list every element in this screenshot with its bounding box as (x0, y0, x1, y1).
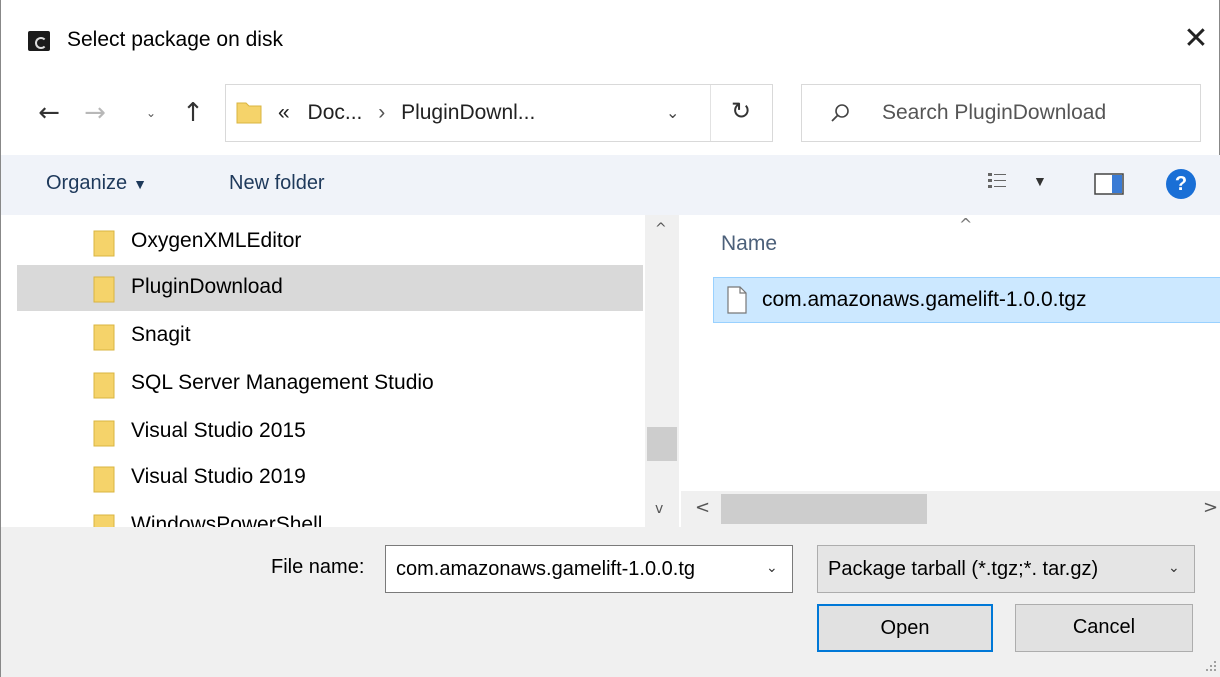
folder-icon (236, 102, 262, 124)
sidebar-item-label: Snagit (131, 323, 191, 346)
scrollbar-thumb[interactable] (647, 427, 677, 461)
file-type-select[interactable]: Package tarball (*.tgz;*. tar.gz) ⌄ (817, 545, 1195, 593)
sidebar-item-label: SQL Server Management Studio (131, 371, 434, 394)
address-bar[interactable]: « Doc... › PluginDownl... ⌄ ↻ (225, 84, 773, 142)
forward-button[interactable]: → (77, 96, 113, 130)
file-name-input[interactable]: com.amazonaws.gamelift-1.0.0.tg (396, 558, 756, 581)
sidebar-item-oxygenxmleditor[interactable]: OxygenXMLEditor (17, 219, 643, 265)
breadcrumb-overflow-button[interactable]: « (278, 101, 290, 124)
chevron-down-icon[interactable]: ⌄ (766, 560, 778, 576)
navigation-pane-scrollbar[interactable]: ^ v (645, 215, 679, 527)
cancel-button[interactable]: Cancel (1015, 604, 1193, 652)
navigation-pane: OxygenXMLEditor PluginDownload Snagit SQ… (1, 215, 681, 527)
open-button[interactable]: Open (817, 604, 993, 652)
sidebar-item-snagit[interactable]: Snagit (17, 313, 643, 359)
file-list-horizontal-scrollbar[interactable]: < > (681, 491, 1220, 527)
folder-icon (93, 514, 115, 527)
preview-pane-icon[interactable] (1094, 173, 1124, 195)
folder-icon (93, 466, 115, 493)
sidebar-item-visual-studio-2019[interactable]: Visual Studio 2019 (17, 455, 643, 501)
address-divider (710, 85, 711, 141)
sidebar-item-label: WindowsPowerShell (131, 513, 323, 527)
sidebar-item-label: PluginDownload (131, 275, 283, 298)
help-icon[interactable]: ? (1166, 169, 1196, 199)
title-bar: Select package on disk ✕ (1, 0, 1220, 80)
sidebar-item-label: Visual Studio 2015 (131, 419, 306, 442)
file-name: com.amazonaws.gamelift-1.0.0.tgz (762, 288, 1087, 311)
dialog-title: Select package on disk (67, 28, 283, 51)
file-open-dialog: Select package on disk ✕ ← → ⌄ ↑ « Doc..… (0, 0, 1220, 677)
scroll-down-button[interactable]: v (655, 501, 663, 517)
search-icon (831, 104, 849, 122)
view-options-dropdown[interactable]: ▼ (1033, 173, 1047, 189)
unity-app-icon (28, 31, 50, 51)
close-button[interactable]: ✕ (1179, 22, 1213, 58)
folder-icon (93, 324, 115, 351)
search-box[interactable]: Search PluginDownload (801, 84, 1201, 142)
chevron-down-icon[interactable]: ⌄ (1168, 560, 1180, 576)
sidebar-item-label: OxygenXMLEditor (131, 229, 302, 252)
breadcrumb-item-documents[interactable]: Doc... (308, 101, 363, 124)
sidebar-item-label: Visual Studio 2019 (131, 465, 306, 488)
dialog-footer: File name: com.amazonaws.gamelift-1.0.0.… (1, 527, 1220, 677)
scroll-left-button[interactable]: < (695, 497, 710, 518)
back-button[interactable]: ← (31, 96, 67, 130)
scrollbar-thumb[interactable] (721, 494, 927, 524)
chevron-down-icon: ▼ (133, 176, 148, 192)
folder-icon (93, 372, 115, 399)
resize-grip-icon[interactable] (1205, 660, 1217, 672)
view-details-icon[interactable] (986, 170, 1010, 194)
search-input[interactable]: Search PluginDownload (882, 101, 1106, 125)
folder-icon (93, 420, 115, 447)
refresh-button[interactable]: ↻ (726, 97, 756, 125)
sidebar-item-sql-server-management-studio[interactable]: SQL Server Management Studio (17, 361, 643, 407)
file-name-combobox[interactable]: com.amazonaws.gamelift-1.0.0.tg ⌄ (385, 545, 793, 593)
sidebar-item-windowspowershell[interactable]: WindowsPowerShell (17, 503, 643, 527)
recent-locations-button[interactable]: ⌄ (141, 96, 161, 130)
address-dropdown-button[interactable]: ⌄ (666, 103, 690, 122)
file-name-label: File name: (271, 556, 365, 578)
organize-button[interactable]: Organize ▼ (46, 172, 147, 195)
sidebar-item-visual-studio-2015[interactable]: Visual Studio 2015 (17, 409, 643, 455)
sidebar-item-plugindownload[interactable]: PluginDownload (17, 265, 643, 311)
scroll-right-button[interactable]: > (1203, 497, 1218, 518)
organize-label: Organize (46, 172, 128, 194)
up-folder-button[interactable]: ↑ (175, 96, 211, 130)
file-list-pane: ^ Name com.amazonaws.gamelift-1.0.0.tgz (681, 215, 1220, 527)
file-row[interactable]: com.amazonaws.gamelift-1.0.0.tgz (713, 277, 1220, 323)
breadcrumb: « Doc... › PluginDownl... (278, 101, 535, 125)
folder-icon (93, 230, 115, 257)
file-type-value: Package tarball (*.tgz;*. tar.gz) (828, 558, 1099, 580)
new-folder-button[interactable]: New folder (229, 172, 325, 195)
breadcrumb-separator: › (378, 101, 386, 124)
scroll-up-button[interactable]: ^ (655, 221, 667, 237)
breadcrumb-item-plugindownload[interactable]: PluginDownl... (401, 101, 535, 124)
command-toolbar: Organize ▼ New folder ▼ ? (1, 155, 1220, 215)
file-icon (727, 286, 747, 314)
column-header-name[interactable]: Name (721, 232, 777, 256)
folder-icon (93, 276, 115, 303)
sort-ascending-icon: ^ (959, 215, 973, 234)
